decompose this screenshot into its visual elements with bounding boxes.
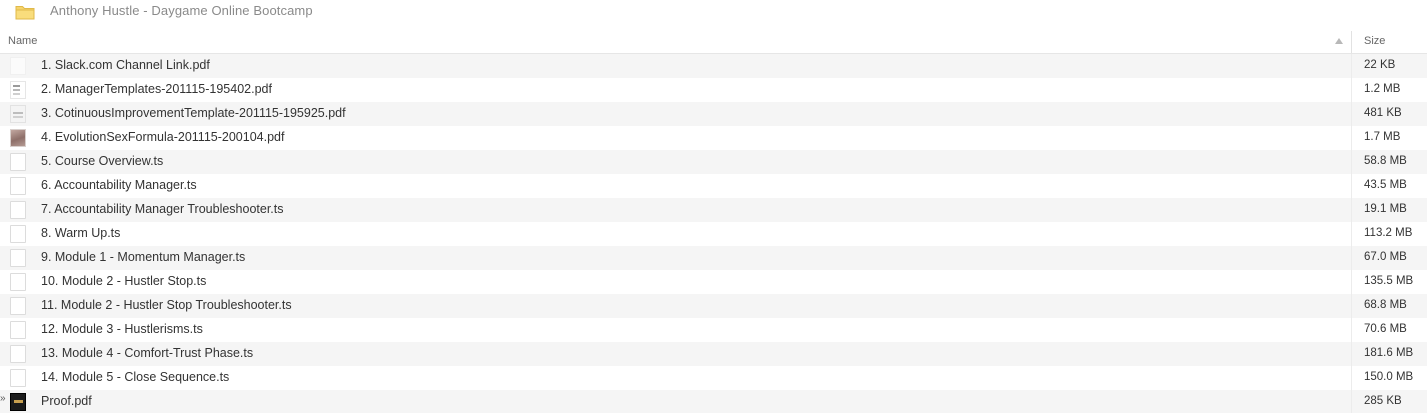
file-row[interactable]: 14. Module 5 - Close Sequence.ts 150.0 M…: [0, 366, 1427, 390]
file-icon: [10, 345, 26, 363]
document-thumbnail-icon: [10, 105, 26, 123]
file-row[interactable]: 6. Accountability Manager.ts 43.5 MB: [0, 174, 1427, 198]
file-size: 22 KB: [1364, 59, 1396, 71]
folder-header: Anthony Hustle - Daygame Online Bootcamp: [0, 0, 1427, 26]
file-icon: [10, 297, 26, 315]
column-header-size[interactable]: Size: [1364, 35, 1385, 47]
file-name[interactable]: 11. Module 2 - Hustler Stop Troubleshoot…: [41, 298, 292, 312]
file-row[interactable]: 4. EvolutionSexFormula-201115-200104.pdf…: [0, 126, 1427, 150]
file-icon: [10, 153, 26, 171]
file-size: 181.6 MB: [1364, 347, 1414, 359]
file-size: 67.0 MB: [1364, 251, 1407, 263]
file-size: 113.2 MB: [1364, 227, 1413, 239]
image-thumbnail-icon: [10, 129, 26, 147]
file-name[interactable]: 12. Module 3 - Hustlerisms.ts: [41, 322, 203, 336]
file-name[interactable]: 5. Course Overview.ts: [41, 154, 163, 168]
file-size: 68.8 MB: [1364, 299, 1407, 311]
file-size: 1.7 MB: [1364, 131, 1401, 143]
file-row[interactable]: 13. Module 4 - Comfort-Trust Phase.ts 18…: [0, 342, 1427, 366]
column-divider: [1351, 54, 1352, 78]
file-icon: [10, 273, 26, 291]
file-size: 285 KB: [1364, 395, 1402, 407]
file-name[interactable]: 9. Module 1 - Momentum Manager.ts: [41, 250, 245, 264]
file-size: 150.0 MB: [1364, 371, 1414, 383]
file-row[interactable]: 10. Module 2 - Hustler Stop.ts 135.5 MB: [0, 270, 1427, 294]
column-divider: [1351, 126, 1352, 150]
sort-ascending-icon[interactable]: [1335, 38, 1343, 44]
file-size: 19.1 MB: [1364, 203, 1407, 215]
folder-title: Anthony Hustle - Daygame Online Bootcamp: [50, 3, 313, 18]
column-divider: [1351, 102, 1352, 126]
file-name[interactable]: 10. Module 2 - Hustler Stop.ts: [41, 274, 206, 288]
column-divider: [1351, 174, 1352, 198]
column-divider: [1351, 222, 1352, 246]
file-row[interactable]: 3. CotinuousImprovementTemplate-201115-1…: [0, 102, 1427, 126]
file-row[interactable]: 9. Module 1 - Momentum Manager.ts 67.0 M…: [0, 246, 1427, 270]
column-header-bar: Name Size: [0, 30, 1427, 54]
file-icon: [10, 249, 26, 267]
column-divider: [1351, 246, 1352, 270]
file-icon: [10, 369, 26, 387]
file-name[interactable]: 2. ManagerTemplates-201115-195402.pdf: [41, 82, 272, 96]
column-divider: [1351, 390, 1352, 413]
file-row[interactable]: 12. Module 3 - Hustlerisms.ts 70.6 MB: [0, 318, 1427, 342]
file-list: 1. Slack.com Channel Link.pdf 22 KB 2. M…: [0, 54, 1427, 413]
file-size: 1.2 MB: [1364, 83, 1401, 95]
file-size: 70.6 MB: [1364, 323, 1407, 335]
file-row[interactable]: 5. Course Overview.ts 58.8 MB: [0, 150, 1427, 174]
file-name[interactable]: 3. CotinuousImprovementTemplate-201115-1…: [41, 106, 346, 120]
file-row[interactable]: 2. ManagerTemplates-201115-195402.pdf 1.…: [0, 78, 1427, 102]
file-icon: [10, 201, 26, 219]
column-divider[interactable]: [1351, 31, 1352, 53]
column-header-name[interactable]: Name: [8, 35, 37, 47]
column-divider: [1351, 270, 1352, 294]
column-divider: [1351, 342, 1352, 366]
column-divider: [1351, 198, 1352, 222]
file-size: 481 KB: [1364, 107, 1402, 119]
file-name[interactable]: Proof.pdf: [41, 394, 92, 408]
file-size: 43.5 MB: [1364, 179, 1407, 191]
file-row[interactable]: 7. Accountability Manager Troubleshooter…: [0, 198, 1427, 222]
file-name[interactable]: 4. EvolutionSexFormula-201115-200104.pdf: [41, 130, 284, 144]
file-name[interactable]: 13. Module 4 - Comfort-Trust Phase.ts: [41, 346, 253, 360]
file-name[interactable]: 8. Warm Up.ts: [41, 226, 120, 240]
file-row[interactable]: 1. Slack.com Channel Link.pdf 22 KB: [0, 54, 1427, 78]
file-row[interactable]: » Proof.pdf 285 KB: [0, 390, 1427, 413]
file-row[interactable]: 11. Module 2 - Hustler Stop Troubleshoot…: [0, 294, 1427, 318]
column-divider: [1351, 366, 1352, 390]
file-name[interactable]: 6. Accountability Manager.ts: [41, 178, 197, 192]
column-divider: [1351, 78, 1352, 102]
blank-thumbnail-icon: [10, 57, 26, 75]
file-name[interactable]: 7. Accountability Manager Troubleshooter…: [41, 202, 284, 216]
column-divider: [1351, 318, 1352, 342]
file-name[interactable]: 1. Slack.com Channel Link.pdf: [41, 58, 210, 72]
folder-icon: [15, 6, 35, 20]
expand-chevron-icon[interactable]: »: [0, 393, 6, 404]
column-divider: [1351, 150, 1352, 174]
file-icon: [10, 177, 26, 195]
file-size: 135.5 MB: [1364, 275, 1414, 287]
document-thumbnail-icon: [10, 81, 26, 99]
file-icon: [10, 321, 26, 339]
file-size: 58.8 MB: [1364, 155, 1407, 167]
file-name[interactable]: 14. Module 5 - Close Sequence.ts: [41, 370, 229, 384]
proof-thumbnail-icon: [10, 393, 26, 411]
file-icon: [10, 225, 26, 243]
file-row[interactable]: 8. Warm Up.ts 113.2 MB: [0, 222, 1427, 246]
column-divider: [1351, 294, 1352, 318]
